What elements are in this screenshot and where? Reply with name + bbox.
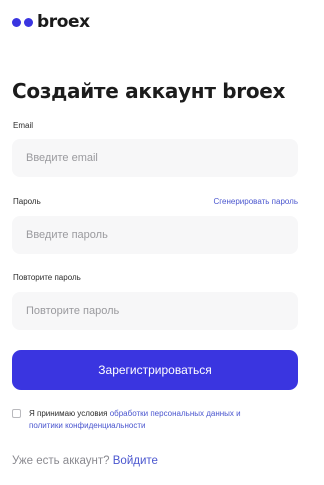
email-input[interactable] [12,139,298,177]
broex-logo[interactable]: broex [12,12,90,32]
login-question: Уже есть аккаунт? [12,455,110,467]
login-link[interactable]: Войдите [113,455,158,467]
consent-checkbox[interactable] [12,409,21,418]
repeat-password-input[interactable] [12,292,298,330]
page-title: Создайте аккаунт broex [12,79,286,103]
password-input[interactable] [12,216,298,254]
consent-text: Я принимаю условия обработки персональны… [29,408,269,432]
repeat-password-label: Повторите пароль [13,273,81,282]
register-button[interactable]: Зарегистрироваться [12,350,298,390]
logo-dot-icon [12,17,21,27]
email-label: Email [13,121,34,130]
password-label: Пароль [13,197,41,206]
generate-password-link[interactable]: Сгенерировать пароль [214,197,298,207]
logo-dot-icon [24,17,33,27]
login-row: Уже есть аккаунт? Войдите [12,454,158,468]
logo-brand-text: broex [37,12,90,32]
consent-text-prefix: Я принимаю условия [29,409,110,418]
